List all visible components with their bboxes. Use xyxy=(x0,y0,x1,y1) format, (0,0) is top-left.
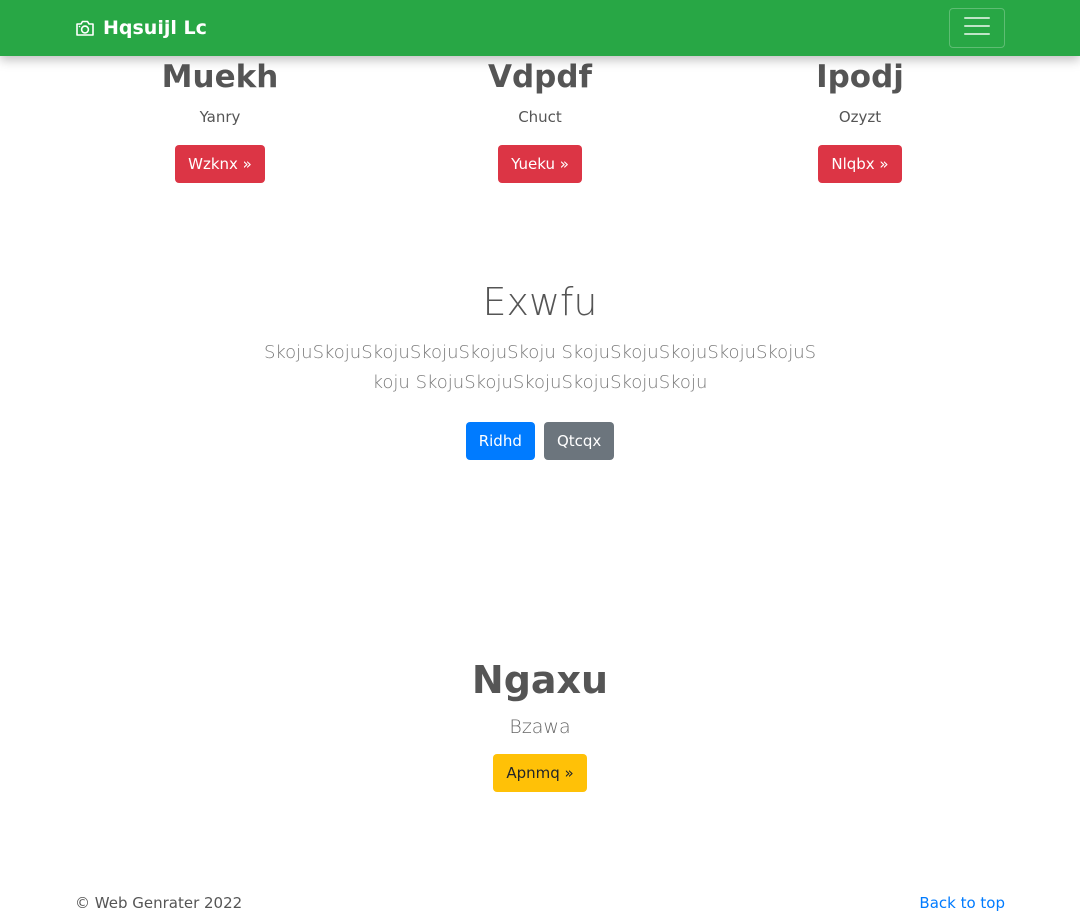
feature-column-2: Vdpdf Chuct Yueku » xyxy=(390,58,690,183)
feature-button-1[interactable]: Wzknx » xyxy=(175,145,265,183)
feature-column-1: Muekh Yanry Wzknx » xyxy=(70,58,370,183)
hamburger-menu-icon xyxy=(964,15,990,41)
hero-title: Exwfu xyxy=(482,280,598,324)
navbar-brand[interactable]: Hqsuijl Lc xyxy=(75,14,207,42)
feature-subtitle: Ozyzt xyxy=(838,108,882,126)
feature-title: Ipodj xyxy=(816,59,904,95)
feature-title: Vdpdf xyxy=(487,59,593,95)
feature-column-3: Ipodj Ozyzt Nlqbx » xyxy=(710,58,1010,183)
camera-icon xyxy=(75,19,95,37)
back-to-top-link[interactable]: Back to top xyxy=(919,892,1005,914)
feature-bottom-subtitle: Bzawa xyxy=(509,716,571,738)
hero-primary-button[interactable]: Ridhd xyxy=(465,422,535,460)
hero-secondary-button[interactable]: Qtcqx xyxy=(543,422,615,460)
footer-copyright: © Web Genrater 2022 xyxy=(75,894,243,912)
feature-subtitle: Yanry xyxy=(199,108,241,126)
feature-button-2[interactable]: Yueku » xyxy=(498,145,582,183)
feature-title: Muekh xyxy=(161,59,279,95)
feature-bottom-title: Ngaxu xyxy=(471,658,609,702)
feature-subtitle: Chuct xyxy=(518,108,562,126)
navbar-brand-text: Hqsuijl Lc xyxy=(103,17,207,39)
hero-button-group: Ridhd Qtcqx xyxy=(0,422,1080,460)
feature-button-3[interactable]: Nlqbx » xyxy=(818,145,902,183)
feature-bottom-button[interactable]: Apnmq » xyxy=(493,754,587,792)
hero-lead-text: SkojuSkojuSkojuSkojuSkojuSkoju SkojuSkoj… xyxy=(263,342,817,393)
navbar: Hqsuijl Lc xyxy=(0,0,1080,56)
feature-bottom-section: Ngaxu Bzawa Apnmq » xyxy=(0,656,1080,792)
navbar-toggler-button[interactable] xyxy=(949,8,1005,48)
hero-section: Exwfu SkojuSkojuSkojuSkojuSkojuSkoju Sko… xyxy=(0,278,1080,460)
